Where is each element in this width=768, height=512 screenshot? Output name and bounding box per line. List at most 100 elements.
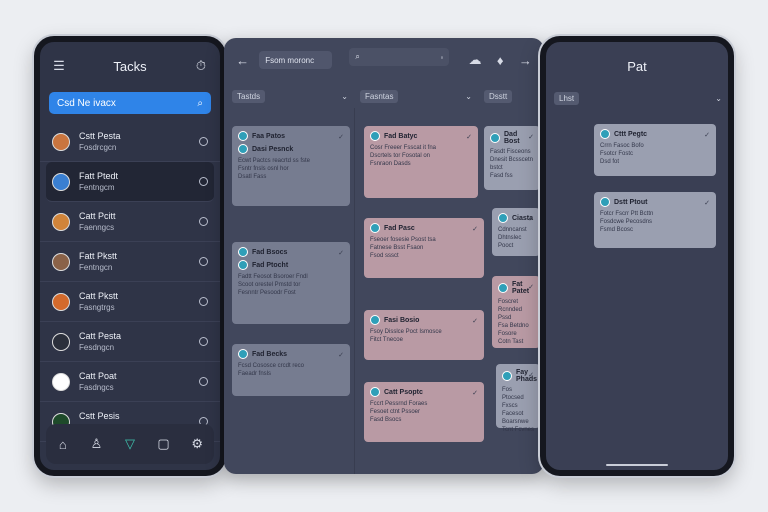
task-row[interactable]: Cstt Pesta Fosdrcgcn bbox=[40, 122, 220, 162]
card-subheader: Dasi Pesnck bbox=[238, 144, 344, 154]
task-card[interactable]: Dstt Ptout Fotcr Fscrr Ptt Bcttn Fosdcwe P… bbox=[594, 192, 716, 248]
check-icon[interactable]: ✓ bbox=[528, 371, 534, 379]
row-text: Catt Poat Fasdngcs bbox=[79, 371, 199, 393]
chevron-down-icon: ⌄ bbox=[715, 93, 722, 103]
right-column-header[interactable]: Lhst ⌄ bbox=[554, 90, 722, 106]
task-card[interactable]: Cttt Pegtc Crrn Fasoc Bofo Fsotcr Fostc Dsd… bbox=[594, 124, 716, 176]
row-sub: Fosdrcgcn bbox=[79, 142, 117, 152]
card-avatar-icon bbox=[238, 131, 248, 141]
check-icon[interactable]: ✓ bbox=[338, 351, 344, 359]
more-icon[interactable]: → bbox=[517, 51, 534, 69]
status-circle-icon[interactable] bbox=[199, 257, 208, 266]
row-text: Fatt Ptedt Fentngcm bbox=[79, 171, 199, 193]
check-icon[interactable]: ✓ bbox=[528, 283, 534, 291]
task-list: Cstt Pesta Fosdrcgcn Fatt Ptedt Fentngcm Cat… bbox=[40, 122, 220, 442]
task-card[interactable]: Fasi Bosio Fsoy Disslce Poct Ismosce Fitct… bbox=[364, 310, 484, 360]
card-header: Fasi Bosio bbox=[370, 315, 478, 325]
check-icon[interactable]: ✓ bbox=[528, 133, 534, 141]
column-header-1[interactable]: Tastds ⌄ bbox=[232, 88, 348, 104]
status-circle-icon[interactable] bbox=[199, 297, 208, 306]
cloud-icon[interactable]: ☁ bbox=[466, 51, 483, 69]
task-row[interactable]: Catt Pkstt Fasngtrgs bbox=[40, 282, 220, 322]
avatar bbox=[52, 132, 70, 151]
card-avatar-icon bbox=[490, 133, 500, 143]
check-icon[interactable]: ✓ bbox=[704, 199, 710, 207]
task-row[interactable]: Fatt Pkstt Fentngcn bbox=[40, 242, 220, 282]
row-sub: Fasngtrgs bbox=[79, 302, 115, 312]
calendar-icon[interactable]: ▢ bbox=[155, 435, 173, 453]
task-card[interactable]: Ciasta Cdnncanst Dhtnslec Pooct ✓ bbox=[492, 208, 540, 256]
status-circle-icon[interactable] bbox=[199, 177, 208, 186]
filter-field[interactable]: Fsom moronc bbox=[259, 51, 333, 69]
status-circle-icon[interactable] bbox=[199, 217, 208, 226]
check-icon[interactable]: ✓ bbox=[472, 225, 478, 233]
task-card[interactable]: Fad Pasc Fseoer fosesie Psost tsa Fatnese … bbox=[364, 218, 484, 278]
card-header: Fad Becks bbox=[238, 349, 344, 359]
back-arrow-icon[interactable]: ← bbox=[234, 51, 251, 69]
card-line: Fsmd Bcosc bbox=[600, 227, 634, 233]
check-icon[interactable]: ✓ bbox=[466, 133, 472, 141]
task-card[interactable]: Fad Becks Fcsd Cososce crcdt reco Faeadr f… bbox=[232, 344, 350, 396]
avatar bbox=[52, 292, 70, 311]
row-sub: Fentngcm bbox=[79, 182, 115, 192]
task-card[interactable]: Fad Bsocs Fad Ptocht Fadtt Feosot Bsoroer … bbox=[232, 242, 350, 324]
check-icon[interactable]: ✓ bbox=[338, 133, 344, 141]
avatar bbox=[52, 332, 70, 351]
card-line: Fasd Bsocs bbox=[370, 417, 402, 423]
home-icon[interactable]: ⌂ bbox=[54, 435, 72, 453]
task-card[interactable]: Faa Patos Dasi Pesnck Ecwt Pactcs reacrtd … bbox=[232, 126, 350, 206]
task-row[interactable]: Catt Pesta Fesdngcn bbox=[40, 322, 220, 362]
board-search[interactable]: ⌕ ◦ bbox=[349, 48, 450, 66]
timer-icon[interactable]: ⏱ bbox=[192, 57, 210, 75]
check-icon[interactable]: ✓ bbox=[528, 215, 534, 223]
status-circle-icon[interactable] bbox=[199, 377, 208, 386]
check-icon[interactable]: ✓ bbox=[338, 249, 344, 257]
menu-icon[interactable]: ☰ bbox=[50, 57, 68, 75]
column-header-3[interactable]: Dsstt bbox=[484, 88, 538, 104]
card-line: Fesoet ctnt Pssoer bbox=[370, 409, 421, 415]
column-header-2[interactable]: Fasntas ⌄ bbox=[360, 88, 472, 104]
card-line: Fsotcr Fostc bbox=[600, 151, 634, 157]
clear-icon[interactable]: ◦ bbox=[441, 53, 444, 62]
task-row[interactable]: Fatt Ptedt Fentngcm bbox=[46, 162, 214, 202]
task-row[interactable]: Catt Poat Fasdngcs bbox=[40, 362, 220, 402]
tasks-icon[interactable]: ▽ bbox=[121, 435, 139, 453]
bell-icon[interactable]: ♦ bbox=[492, 51, 509, 69]
column-tag: Lhst bbox=[554, 91, 580, 105]
row-name: Cstt Pesta bbox=[79, 130, 121, 141]
task-card[interactable]: Dad Bost Fasdt Fisceons Dnesit Bcsscetn bs… bbox=[484, 126, 540, 190]
row-text: Catt Pkstt Fasngtrgs bbox=[79, 291, 199, 313]
task-card[interactable]: Fay Phads Fos Ptocsed Fxscs Facesot Boarsn… bbox=[496, 364, 540, 433]
settings-icon[interactable]: ⚙ bbox=[188, 435, 206, 453]
search-bar[interactable]: Csd Ne ivacx ⌕ bbox=[49, 92, 211, 114]
status-circle-icon[interactable] bbox=[199, 337, 208, 346]
card-title: Faa Patos bbox=[252, 132, 286, 140]
card-line: Foscret Rcnnded Pssd bbox=[498, 299, 523, 321]
check-icon[interactable]: ✓ bbox=[704, 131, 710, 139]
card-line: Dsatl Fass bbox=[238, 174, 267, 180]
task-card[interactable]: Fad Batyc Cosr Freeer Fsscat it fna Dscrte… bbox=[364, 126, 478, 198]
check-icon[interactable]: ✓ bbox=[472, 317, 478, 325]
avatar bbox=[52, 172, 70, 191]
task-card[interactable]: Catt Psoptc Fccrt Pessrnd Foraes Fesoet ct… bbox=[364, 382, 484, 442]
card-title: Catt Psoptc bbox=[384, 388, 423, 396]
right-topbar: Pat bbox=[546, 42, 728, 90]
task-card[interactable]: Fat Patet Foscret Rcnnded Pssd Fsa Betdno … bbox=[492, 276, 540, 348]
card-line: Cdnncanst Dhtnslec bbox=[498, 227, 527, 241]
card-header: Dstt Ptout bbox=[600, 197, 710, 207]
card-line: Crrn Fasoc Bofo bbox=[600, 143, 644, 149]
card-line: Fsa Betdno Fosore bbox=[498, 323, 529, 337]
card-avatar-icon bbox=[370, 131, 380, 141]
row-name: Catt Pcitt bbox=[79, 210, 116, 221]
card-line: Fos Ptocsed Fxscs bbox=[502, 387, 524, 409]
row-text: Catt Pesta Fesdngcn bbox=[79, 331, 199, 353]
card-avatar-icon bbox=[370, 387, 380, 397]
right-title: Pat bbox=[627, 58, 647, 74]
task-row[interactable]: Catt Pcitt Faenngcs bbox=[40, 202, 220, 242]
check-icon[interactable]: ✓ bbox=[472, 389, 478, 397]
search-icon[interactable]: ⌕ bbox=[197, 98, 203, 109]
card-line: Cotn Tast bbox=[498, 339, 524, 345]
person-icon[interactable]: ♙ bbox=[87, 435, 105, 453]
card-line: Tcnt Fcvnes bbox=[502, 427, 535, 433]
status-circle-icon[interactable] bbox=[199, 137, 208, 146]
